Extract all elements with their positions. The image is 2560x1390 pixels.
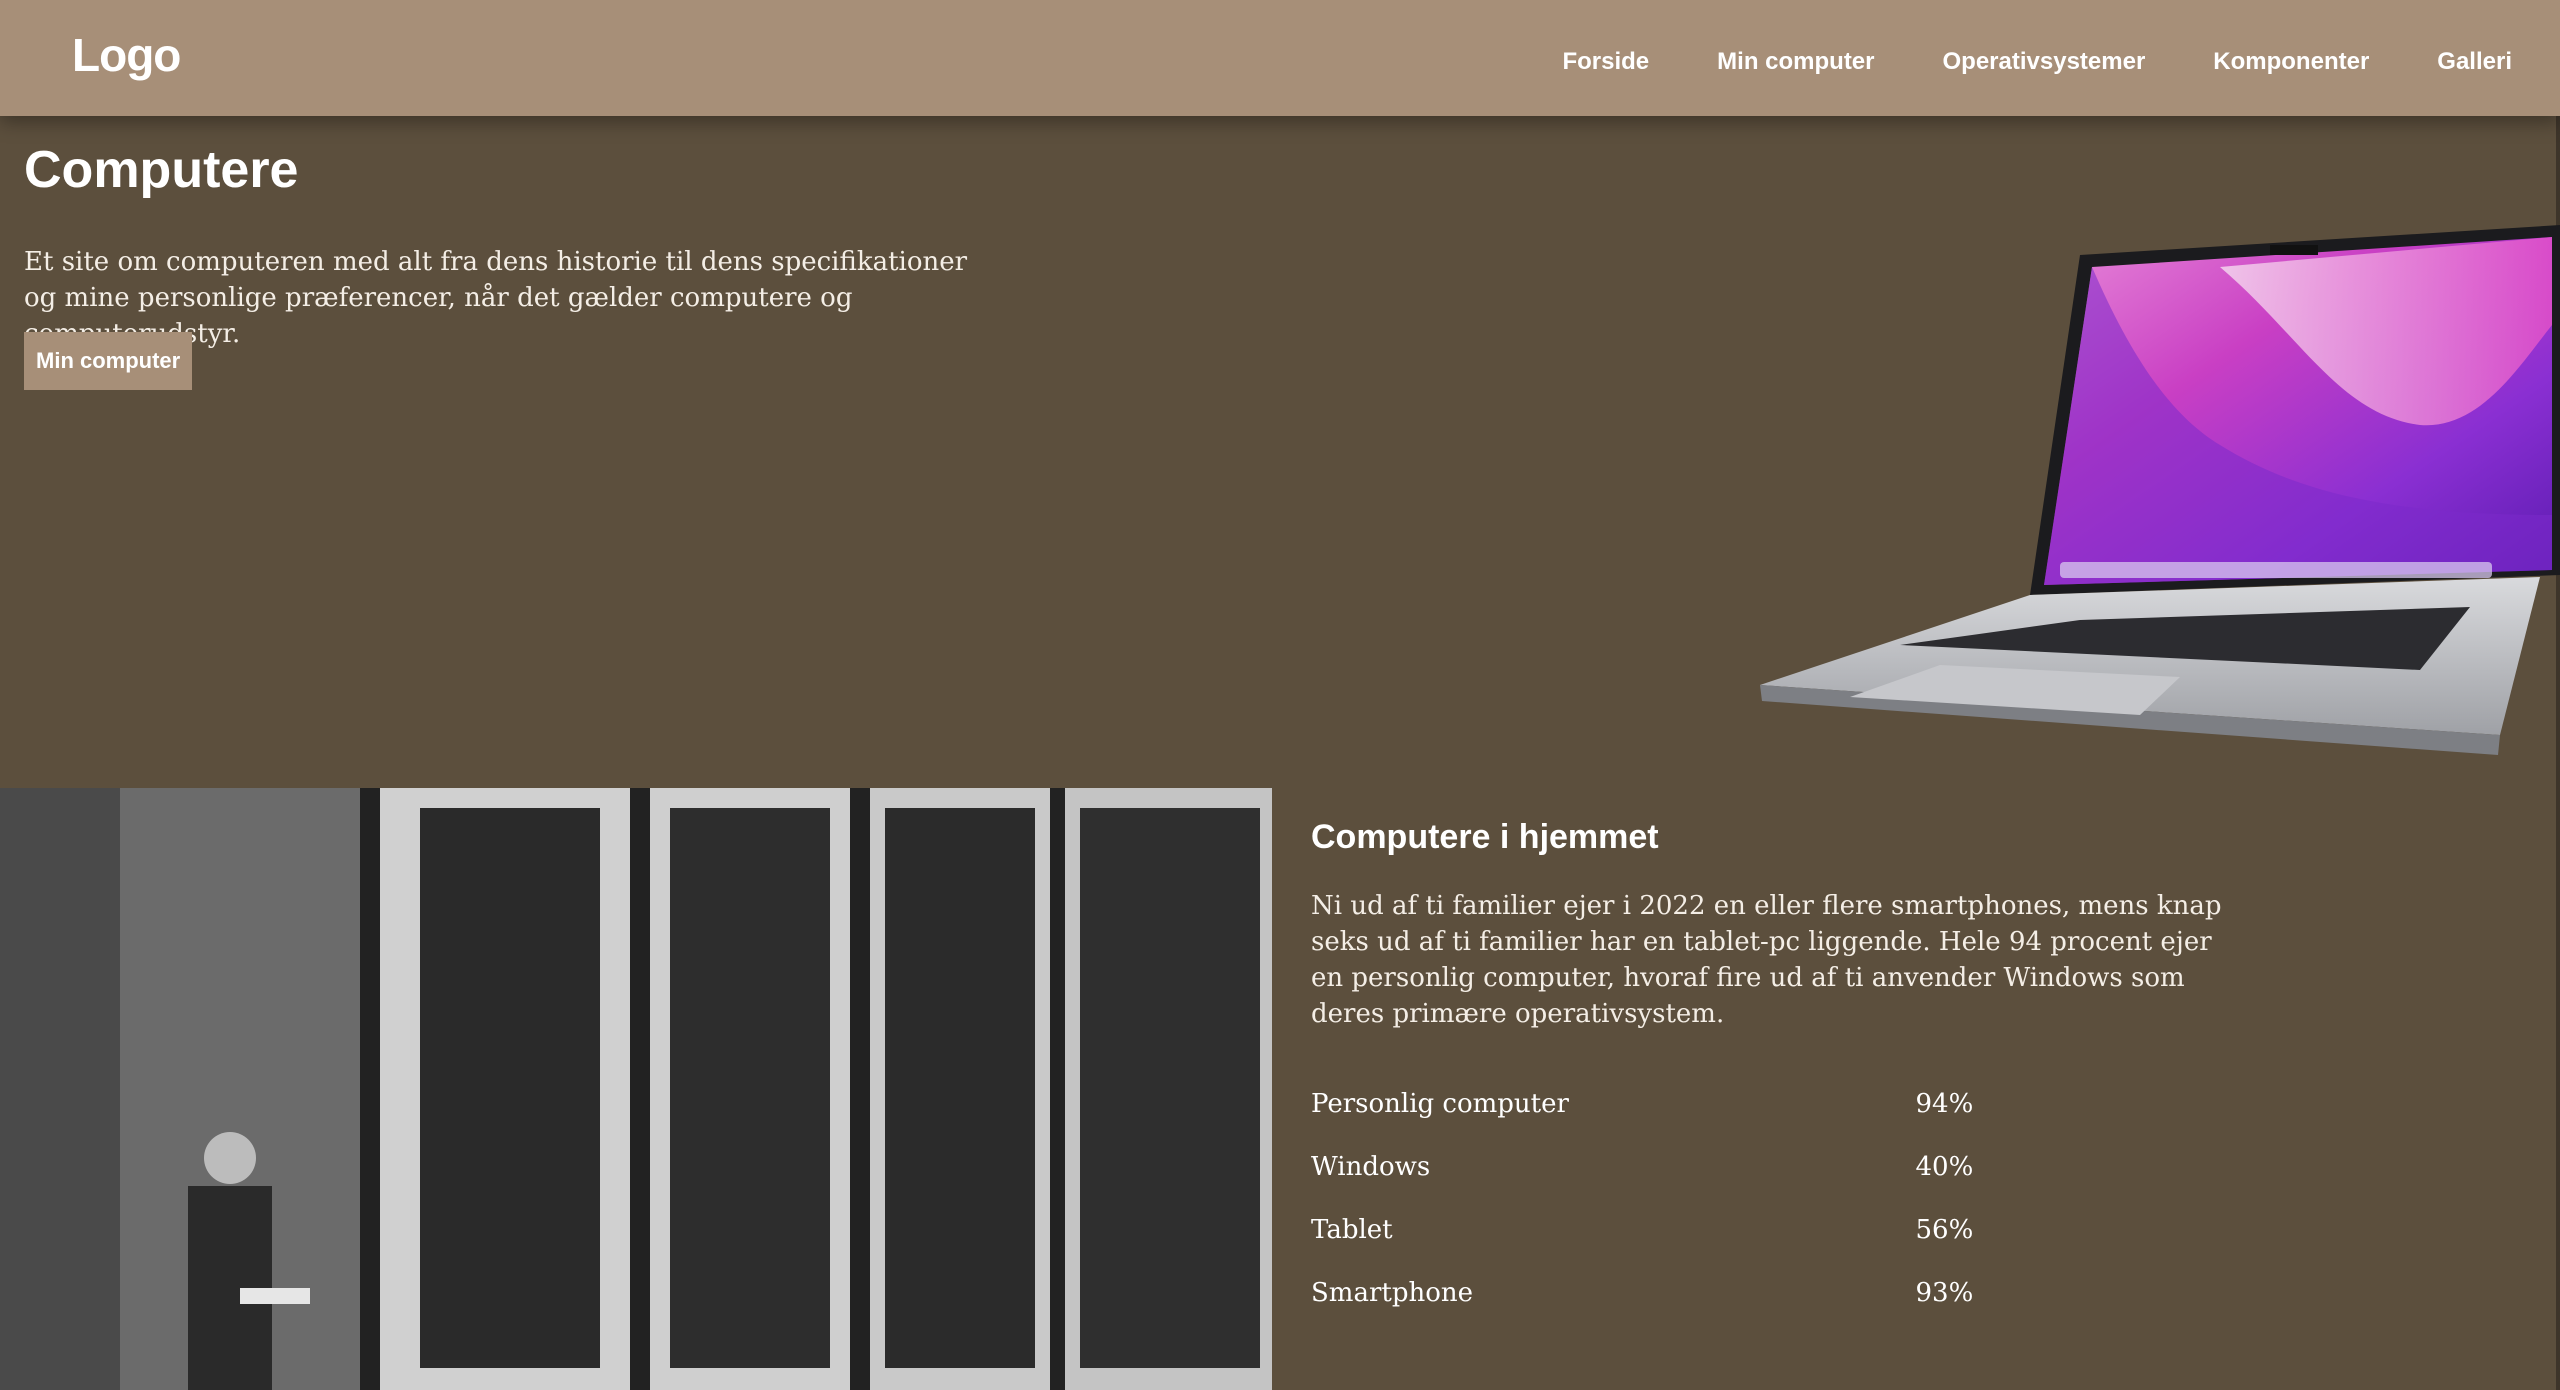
top-header: Logo Forside Min computer Operativsystem… bbox=[0, 0, 2560, 116]
section-title: Computere i hjemmet bbox=[1311, 818, 1659, 856]
nav-min-computer[interactable]: Min computer bbox=[1717, 48, 1874, 76]
historic-computer-photo bbox=[0, 788, 1272, 1390]
nav-galleri[interactable]: Galleri bbox=[2437, 48, 2512, 76]
section-body: Ni ud af ti familier ejer i 2022 en elle… bbox=[1311, 891, 2222, 1029]
stat-row: Smartphone 93% bbox=[1311, 1261, 2011, 1324]
stat-label: Windows bbox=[1311, 1151, 1431, 1182]
stat-value: 40% bbox=[1915, 1151, 1974, 1182]
page-title: Computere bbox=[24, 141, 299, 199]
stat-label: Tablet bbox=[1311, 1214, 1393, 1245]
stats-list: Personlig computer 94% Windows 40% Table… bbox=[1311, 1072, 2011, 1324]
stat-row: Tablet 56% bbox=[1311, 1198, 2011, 1261]
stat-row: Windows 40% bbox=[1311, 1135, 2011, 1198]
nav-komponenter[interactable]: Komponenter bbox=[2213, 48, 2369, 76]
stat-row: Personlig computer 94% bbox=[1311, 1072, 2011, 1135]
stat-value: 93% bbox=[1915, 1277, 1974, 1308]
stat-value: 56% bbox=[1915, 1214, 1974, 1245]
stat-label: Personlig computer bbox=[1311, 1088, 1569, 1119]
nav-forside[interactable]: Forside bbox=[1562, 48, 1649, 76]
stat-value: 94% bbox=[1915, 1088, 1974, 1119]
logo[interactable]: Logo bbox=[72, 28, 181, 82]
laptop-image bbox=[1760, 225, 2560, 755]
nav-operativsystemer[interactable]: Operativsystemer bbox=[1943, 48, 2146, 76]
main-nav: Forside Min computer Operativsystemer Ko… bbox=[1562, 48, 2512, 76]
stat-label: Smartphone bbox=[1311, 1277, 1474, 1308]
min-computer-button[interactable]: Min computer bbox=[24, 332, 193, 390]
